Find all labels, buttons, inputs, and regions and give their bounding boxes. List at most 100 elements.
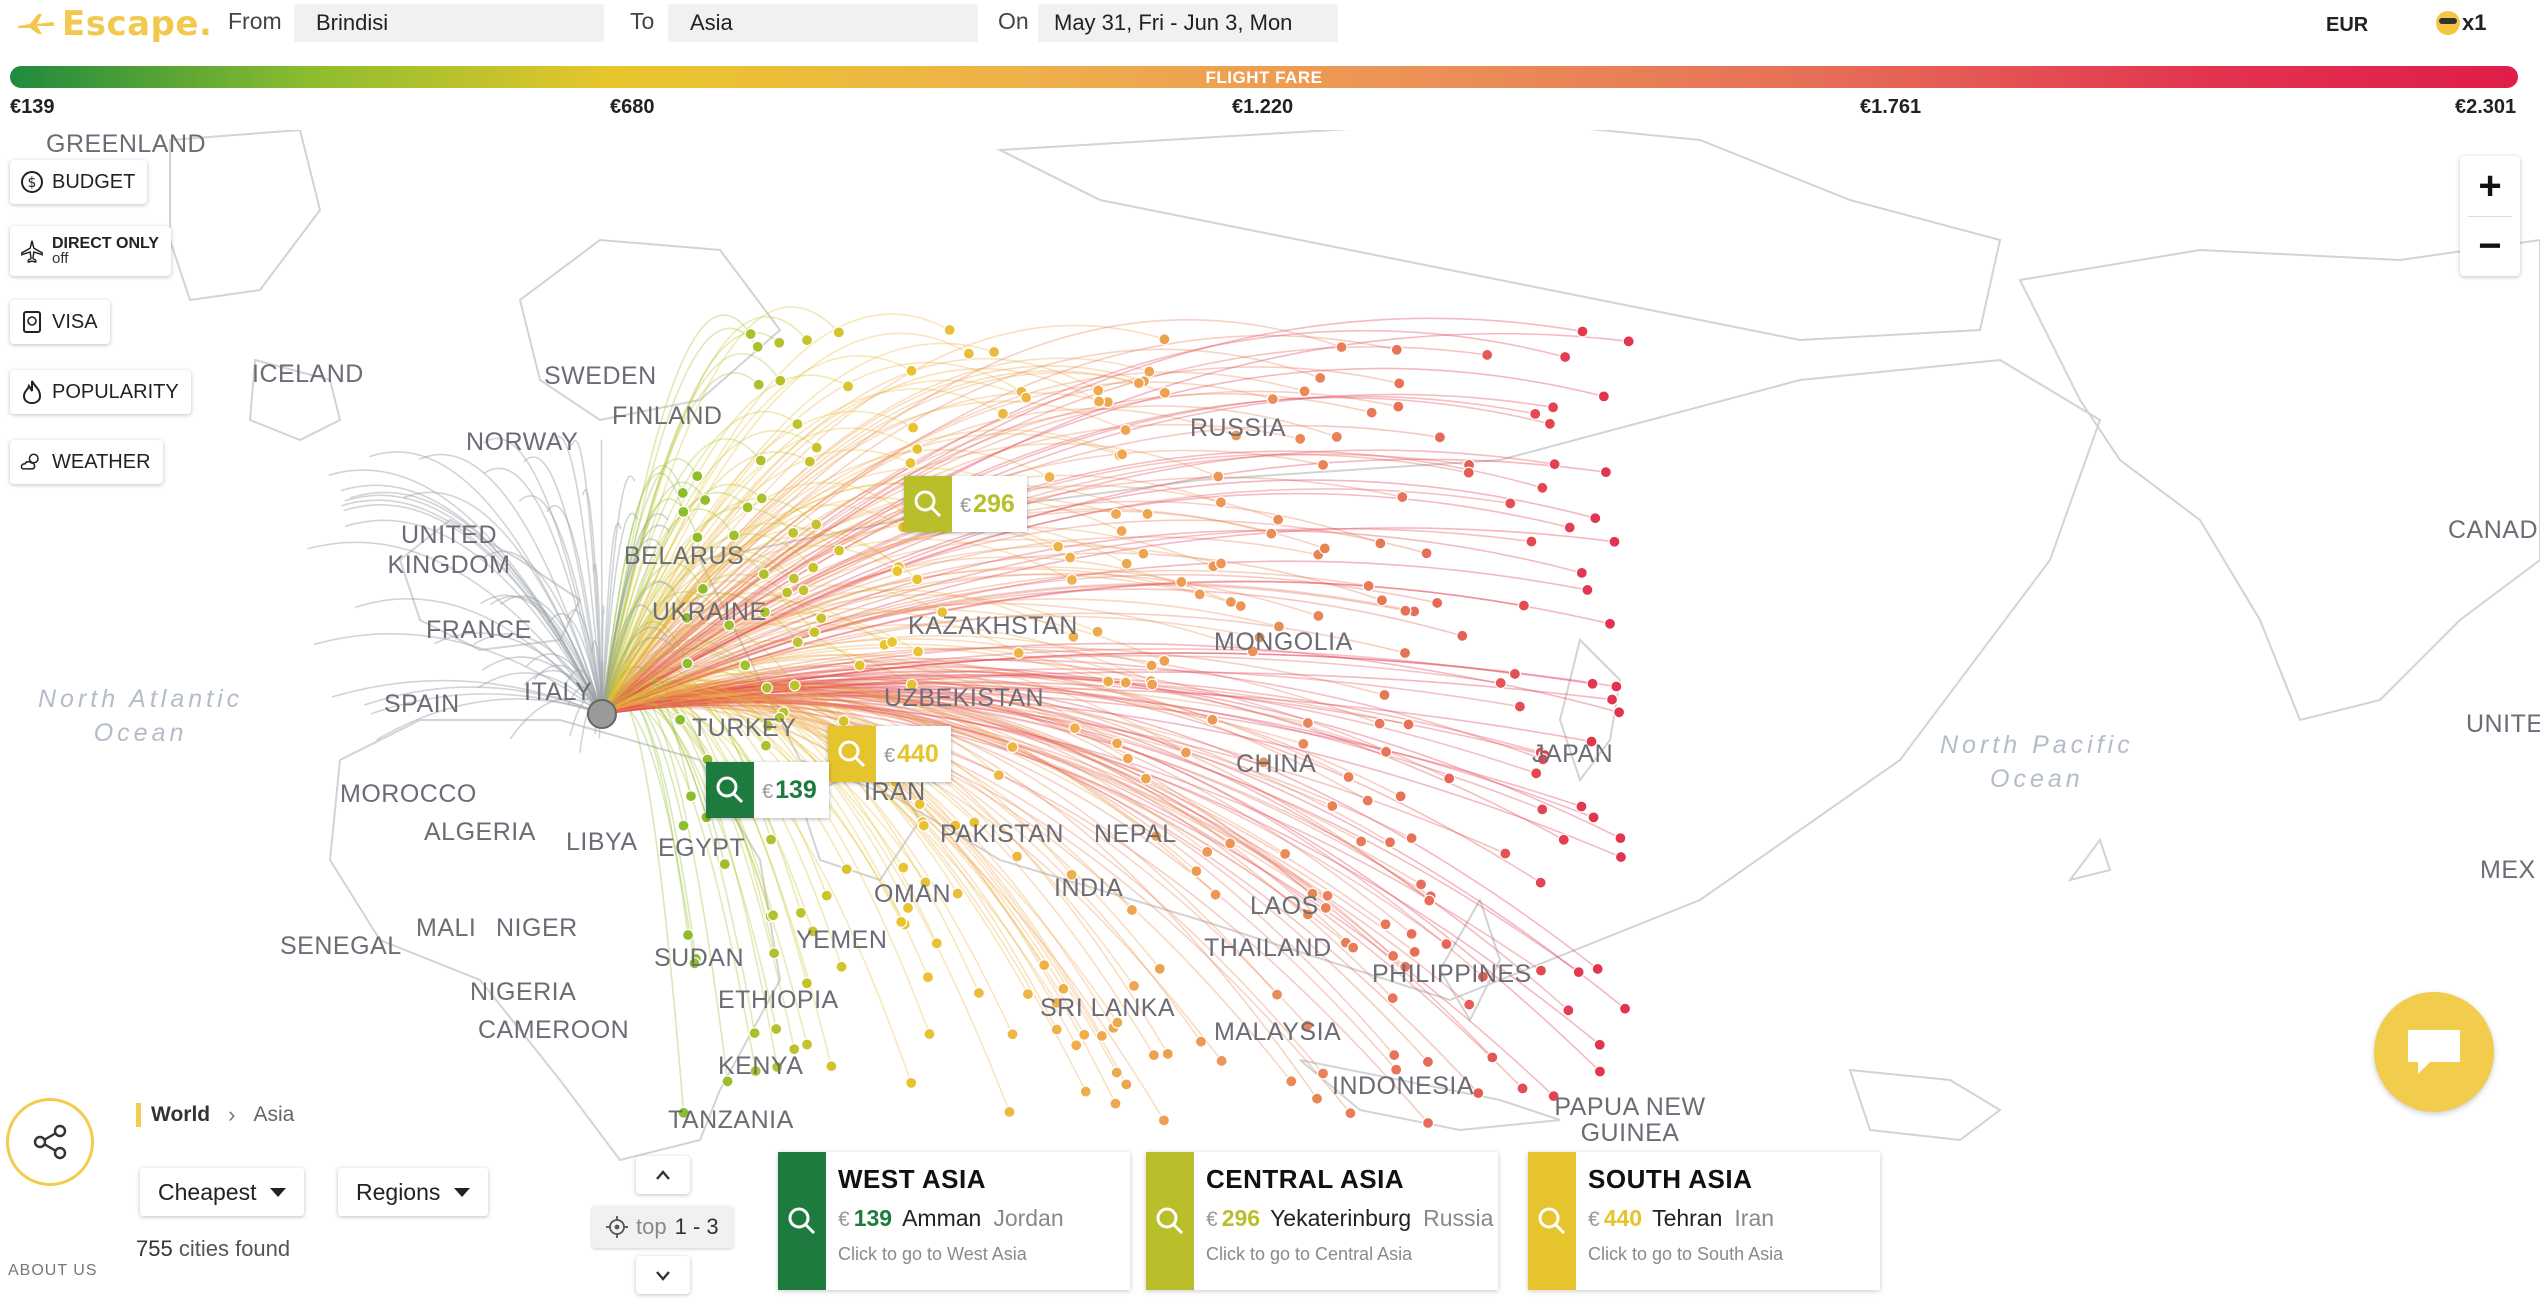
destination-dot[interactable] xyxy=(911,573,924,586)
destination-dot[interactable] xyxy=(1423,894,1436,907)
destination-dot[interactable] xyxy=(905,1076,918,1089)
destination-dot[interactable] xyxy=(1420,547,1433,560)
destination-dot[interactable] xyxy=(891,565,904,578)
destination-dot[interactable] xyxy=(1355,835,1368,848)
visa-filter[interactable]: VISA xyxy=(10,300,110,344)
destination-dot[interactable] xyxy=(1375,594,1389,607)
destination-dot[interactable] xyxy=(1194,1035,1208,1048)
destination-dot[interactable] xyxy=(764,833,778,846)
price-marker-south-asia[interactable]: € 440 xyxy=(828,726,951,782)
destination-dot[interactable] xyxy=(1614,832,1627,845)
region-card-west-asia[interactable]: WEST ASIA € 139 Amman Jordan Click to go… xyxy=(778,1152,1130,1290)
destination-dot[interactable] xyxy=(1486,1051,1499,1064)
destination-dot[interactable] xyxy=(1057,982,1070,995)
destination-dot[interactable] xyxy=(1193,588,1206,601)
destination-dot[interactable] xyxy=(1318,542,1331,555)
destination-dot[interactable] xyxy=(1109,507,1123,521)
destination-dot[interactable] xyxy=(1508,667,1522,681)
destination-dot[interactable] xyxy=(1610,680,1623,693)
destination-dot[interactable] xyxy=(1050,1023,1063,1036)
world-map[interactable]: GREENLAND ICELAND SWEDEN FINLAND NORWAY … xyxy=(0,130,2540,1175)
destination-dot[interactable] xyxy=(744,327,757,341)
budget-filter[interactable]: $ BUDGET xyxy=(10,160,148,204)
destination-dot[interactable] xyxy=(751,340,764,353)
destination-dot[interactable] xyxy=(1224,595,1237,609)
destination-dot[interactable] xyxy=(1179,746,1193,759)
destination-dot[interactable] xyxy=(800,334,814,347)
destination-dot[interactable] xyxy=(1443,772,1456,785)
destination-dot[interactable] xyxy=(1433,431,1447,444)
destination-dot[interactable] xyxy=(1393,377,1406,390)
destination-dot[interactable] xyxy=(1463,998,1476,1011)
destination-dot[interactable] xyxy=(1010,850,1024,863)
destination-dot[interactable] xyxy=(748,1026,761,1040)
sort-dropdown[interactable]: Cheapest xyxy=(140,1168,305,1216)
destination-dot[interactable] xyxy=(1575,566,1588,579)
destination-dot[interactable] xyxy=(1038,959,1051,972)
destination-dot[interactable] xyxy=(1003,1105,1016,1119)
destination-dot[interactable] xyxy=(1378,688,1391,702)
destination-dot[interactable] xyxy=(1481,348,1494,362)
destination-dot[interactable] xyxy=(1006,1028,1019,1041)
destination-dot[interactable] xyxy=(1153,962,1166,975)
destination-dot[interactable] xyxy=(917,819,930,832)
destination-dot[interactable] xyxy=(1421,1055,1435,1068)
destination-dot[interactable] xyxy=(1575,800,1588,813)
destination-dot[interactable] xyxy=(674,713,687,726)
destination-dot[interactable] xyxy=(1078,1028,1091,1041)
destination-dot[interactable] xyxy=(1398,646,1412,660)
destination-dot[interactable] xyxy=(1158,654,1171,667)
destination-dot[interactable] xyxy=(1116,448,1129,461)
destination-dot[interactable] xyxy=(1020,391,1033,404)
destination-dot[interactable] xyxy=(1591,962,1604,976)
destination-dot[interactable] xyxy=(757,568,770,581)
destination-dot[interactable] xyxy=(760,681,774,695)
region-card-central-asia[interactable]: CENTRAL ASIA € 296 Yekaterinburg Russia … xyxy=(1146,1152,1498,1290)
destination-dot[interactable] xyxy=(1586,677,1599,690)
destination-dot[interactable] xyxy=(1214,496,1228,509)
chat-button[interactable] xyxy=(2374,992,2494,1112)
destination-dot[interactable] xyxy=(1529,407,1542,420)
to-field[interactable]: Asia xyxy=(668,4,978,42)
destination-dot[interactable] xyxy=(832,544,846,557)
zoom-in-button[interactable]: + xyxy=(2460,156,2520,216)
price-marker-central-asia[interactable]: € 296 xyxy=(904,476,1027,532)
destination-dot[interactable] xyxy=(1321,889,1334,902)
destination-dot[interactable] xyxy=(1576,325,1589,338)
destination-dot[interactable] xyxy=(996,407,1010,420)
destination-dot[interactable] xyxy=(1314,371,1327,384)
destination-dot[interactable] xyxy=(1043,471,1056,484)
destination-dot[interactable] xyxy=(1121,752,1134,765)
destination-dot[interactable] xyxy=(808,626,821,639)
destination-dot[interactable] xyxy=(1079,1085,1092,1098)
destination-dot[interactable] xyxy=(1399,604,1412,617)
destination-dot[interactable] xyxy=(1125,903,1139,917)
breadcrumb-world[interactable]: World xyxy=(136,1103,210,1127)
destination-dot[interactable] xyxy=(787,572,800,585)
destination-dot[interactable] xyxy=(906,421,920,434)
destination-dot[interactable] xyxy=(1513,700,1527,713)
destination-dot[interactable] xyxy=(770,1022,783,1036)
destination-dot[interactable] xyxy=(1157,1114,1171,1127)
region-card-south-asia[interactable]: SOUTH ASIA € 440 Tehran Iran Click to go… xyxy=(1528,1152,1880,1290)
destination-dot[interactable] xyxy=(1597,390,1610,403)
currency-selector[interactable]: EUR xyxy=(2326,14,2368,37)
destination-dot[interactable] xyxy=(992,769,1005,782)
destination-dot[interactable] xyxy=(1298,385,1311,398)
destination-dot[interactable] xyxy=(1175,575,1188,589)
destination-dot[interactable] xyxy=(897,861,910,874)
destination-dot[interactable] xyxy=(1052,540,1065,553)
destination-dot[interactable] xyxy=(1294,432,1307,445)
destination-dot[interactable] xyxy=(1536,803,1549,816)
destination-dot[interactable] xyxy=(1373,717,1386,730)
destination-dot[interactable] xyxy=(1394,790,1407,803)
destination-dot[interactable] xyxy=(1559,350,1572,364)
destination-dot[interactable] xyxy=(1006,741,1019,754)
destination-dot[interactable] xyxy=(684,790,698,803)
destination-dot[interactable] xyxy=(1548,458,1561,471)
destination-dot[interactable] xyxy=(1536,481,1549,494)
destination-dot[interactable] xyxy=(840,863,853,876)
destination-dot[interactable] xyxy=(773,336,786,349)
destination-dot[interactable] xyxy=(921,971,935,984)
destination-dot[interactable] xyxy=(1272,513,1285,526)
